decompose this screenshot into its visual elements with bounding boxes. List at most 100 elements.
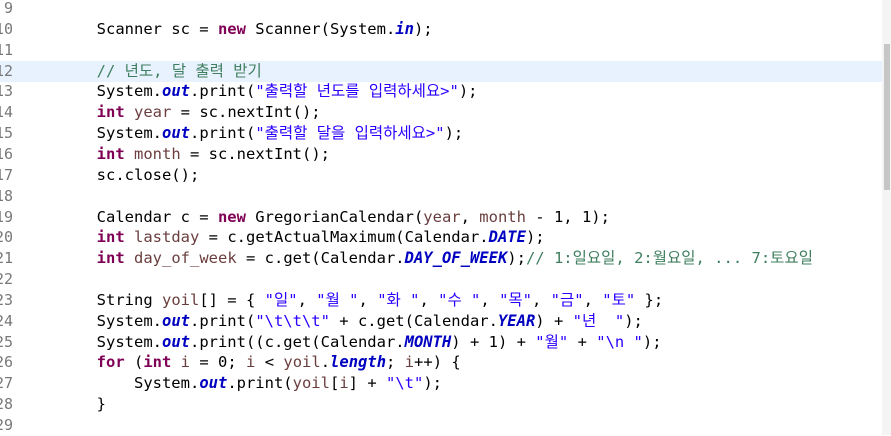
code-line[interactable]: 28 } [0, 394, 882, 415]
code-text: .print((c.get(Calendar. [189, 332, 405, 351]
code-text: .print( [189, 311, 256, 330]
code-text: < [255, 353, 284, 372]
code-line[interactable]: 27 System.out.print(yoil[i] + "\t"); [0, 373, 882, 394]
code-text: .print( [189, 82, 256, 101]
code-text: = 0; [190, 353, 247, 372]
code-line[interactable]: 24 System.out.print("\t\t\t" + c.get(Cal… [0, 311, 882, 332]
code-text: [ [329, 374, 340, 393]
code-text: sc.close(); [22, 165, 200, 184]
code-line[interactable]: 9 [0, 0, 882, 19]
code-text: ) + 1) + [451, 332, 536, 351]
code-text: System. [22, 124, 162, 143]
line-number: 22 [0, 270, 13, 289]
code-text: , [419, 290, 439, 309]
string-literal: "출력할 년도를 입력하세요>" [255, 82, 459, 101]
string-literal: "일" [264, 290, 298, 309]
code-line[interactable]: 18 [0, 186, 882, 207]
code-line[interactable]: 21 int day_of_week = c.get(Calendar.DAY_… [0, 248, 882, 269]
line-number: 14 [0, 103, 13, 122]
code-text: = sc.nextInt(); [171, 103, 321, 122]
string-literal: "목" [499, 290, 532, 309]
line-number: 12 [0, 61, 13, 80]
string-literal: "\t" [385, 374, 424, 393]
line-number: 23 [0, 290, 13, 309]
code-line[interactable]: 14 int year = sc.nextInt(); [0, 102, 882, 123]
vertical-scrollbar[interactable] [882, 0, 891, 435]
code-editor[interactable]: 9 10 Scanner sc = new Scanner(System.in);… [0, 0, 891, 435]
code-line[interactable]: 29 [0, 415, 882, 436]
static-field: DATE [488, 228, 526, 247]
code-text: ( [124, 353, 144, 372]
static-field: out [161, 311, 190, 330]
line-number: 15 [0, 124, 13, 143]
code-line-current[interactable]: 12 // 년도, 달 출력 받기 [0, 60, 882, 82]
static-field: YEAR [497, 311, 536, 330]
code-content: int day_of_week = c.get(Calendar.DAY_OF_… [22, 248, 813, 269]
code-line[interactable]: 16 int month = sc.nextInt(); [0, 144, 882, 165]
local-variable: i [246, 353, 256, 372]
code-line[interactable]: 11 [0, 40, 882, 61]
local-variable: i [180, 353, 191, 372]
local-variable: month [479, 207, 526, 226]
code-line[interactable]: 26 for (int i = 0; i < yoil.length; i++)… [0, 352, 882, 373]
string-literal: "\n " [596, 332, 643, 351]
local-variable: year [423, 207, 461, 226]
line-number: 9 [3, 0, 13, 17]
code-line[interactable]: 23 String yoil[] = { "일", "월 ", "화 ", "수… [0, 290, 882, 311]
code-content: System.out.print("출력할 년도를 입력하세요>"); [22, 81, 478, 102]
code-line[interactable]: 13 System.out.print("출력할 년도를 입력하세요>"); [0, 81, 882, 102]
code-line[interactable]: 20 int lastday = c.getActualMaximum(Cale… [0, 227, 882, 248]
scrollbar-thumb[interactable] [884, 44, 890, 190]
code-content: System.out.print((c.get(Calendar.MONTH) … [22, 332, 662, 353]
code-text: ); [423, 374, 442, 393]
code-content: Calendar c = new GregorianCalendar(year,… [22, 207, 610, 228]
string-literal: "월 " [316, 290, 359, 309]
line-number: 28 [0, 395, 13, 414]
line-number: 20 [0, 228, 13, 247]
string-literal: "수 " [438, 290, 481, 309]
line-number: 17 [0, 165, 13, 184]
comment: // 1:일요일, 2:월요일, ... 7:토요일 [525, 249, 813, 268]
line-number: 26 [0, 353, 13, 372]
code-text: }; [635, 290, 664, 309]
code-text: System. [22, 311, 162, 330]
code-text: = c.getActualMaximum(Calendar. [199, 228, 489, 247]
code-text: System. [22, 332, 162, 351]
local-variable: i [339, 374, 349, 393]
local-variable: yoil [161, 290, 200, 309]
line-number: 11 [0, 40, 13, 59]
code-text: ); [444, 124, 464, 143]
code-text: GregorianCalendar( [245, 207, 424, 226]
line-number: 21 [0, 249, 13, 268]
code-text: Calendar c = [22, 207, 218, 226]
code-line[interactable]: 19 Calendar c = new GregorianCalendar(ye… [0, 207, 882, 228]
code-text: ) + [535, 311, 573, 330]
local-variable: year [134, 103, 172, 122]
code-content: System.out.print("출력할 달을 입력하세요>"); [22, 123, 464, 144]
local-variable: lastday [134, 228, 200, 247]
line-number: 25 [0, 332, 13, 351]
code-line[interactable]: 15 System.out.print("출력할 달을 입력하세요>"); [0, 123, 882, 144]
local-variable: month [134, 144, 181, 163]
code-line[interactable]: 10 Scanner sc = new Scanner(System.in); [0, 19, 882, 40]
code-text: [] = { [199, 290, 265, 309]
code-line[interactable]: 25 System.out.print((c.get(Calendar.MONT… [0, 332, 882, 353]
static-field: MONTH [404, 332, 452, 351]
code-text: System. [22, 374, 200, 393]
code-line[interactable]: 17 sc.close(); [0, 165, 882, 186]
code-text: ++) { [414, 353, 461, 372]
static-field: length [330, 353, 387, 372]
string-literal: "\t\t\t" [255, 311, 330, 330]
code-line[interactable]: 22 [0, 269, 882, 290]
code-text: , [480, 290, 500, 309]
code-text: .print( [189, 124, 256, 143]
code-text: . [320, 353, 331, 372]
code-content: System.out.print("\t\t\t" + c.get(Calend… [22, 311, 643, 332]
